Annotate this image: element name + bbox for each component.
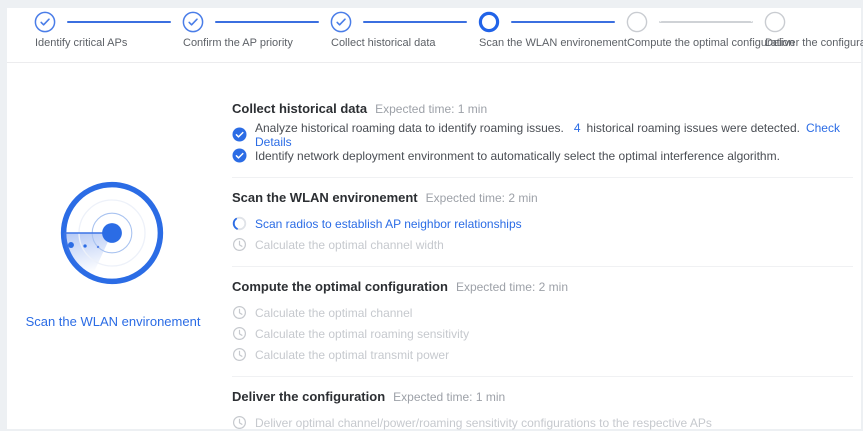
step-connector-solid <box>511 21 615 23</box>
step-3-done-icon <box>330 11 352 33</box>
task-row: Calculate the optimal roaming sensitivit… <box>232 323 853 344</box>
task-row: Deliver optimal channel/power/roaming se… <box>232 412 853 431</box>
task-text: Calculate the optimal channel width <box>255 238 444 252</box>
task-row: Calculate the optimal channel <box>232 302 853 323</box>
step-1-done-icon <box>34 11 56 33</box>
step-connector-solid <box>215 21 319 23</box>
task-text: Analyze historical roaming data to ident… <box>255 121 853 149</box>
task-text-part: Calculate the optimal channel width <box>255 237 444 252</box>
task-text: Calculate the optimal roaming sensitivit… <box>255 327 469 341</box>
wlan-optimization-wizard: Identify critical APs Confirm the AP prio… <box>0 0 863 431</box>
section-title: Scan the WLAN environement <box>232 190 418 205</box>
issue-count: 4 <box>573 120 581 135</box>
section-expected-time: Expected time: 2 min <box>455 280 568 294</box>
clock-icon <box>232 347 247 362</box>
illustration-caption: Scan the WLAN environement <box>25 314 201 329</box>
task-text-part: Calculate the optimal roaming sensitivit… <box>255 326 470 341</box>
clock-icon <box>232 237 247 252</box>
step-2-done-icon <box>182 11 204 33</box>
step-connector-solid <box>363 21 467 23</box>
clock-icon <box>232 305 247 320</box>
task-row: Calculate the optimal channel width <box>232 234 853 255</box>
task-text: Identify network deployment environment … <box>255 149 780 163</box>
step-3-label: Collect historical data <box>331 37 436 49</box>
step-connector-dashed <box>659 21 753 23</box>
step-2-label: Confirm the AP priority <box>183 37 293 49</box>
step-6-label: Deliver the configuration <box>765 37 863 49</box>
step-1-label: Identify critical APs <box>35 37 128 49</box>
section-4: Deliver the configuration Expected time: … <box>232 389 853 431</box>
section-3: Compute the optimal configuration Expecte… <box>232 279 853 377</box>
step-5-upcoming-icon <box>626 11 648 33</box>
task-text-part: Scan radios to establish AP neighbor rel… <box>255 216 522 231</box>
task-text: Deliver optimal channel/power/roaming se… <box>255 416 712 430</box>
check-circle-icon <box>232 127 247 142</box>
step-6-upcoming-icon <box>764 11 786 33</box>
step-4-label: Scan the WLAN environement <box>479 37 627 49</box>
task-text: Scan radios to establish AP neighbor rel… <box>255 217 522 231</box>
section-title: Collect historical data <box>232 101 368 116</box>
step-connector-solid <box>67 21 171 23</box>
clock-icon <box>232 326 247 341</box>
section-title: Compute the optimal configuration <box>232 279 448 294</box>
task-text-part: Calculate the optimal channel <box>255 305 413 320</box>
task-text: Calculate the optimal channel <box>255 306 412 320</box>
radar-scan-icon <box>60 181 164 285</box>
section-1: Collect historical data Expected time: 1 … <box>232 101 853 178</box>
clock-icon <box>232 415 247 430</box>
section-title: Deliver the configuration <box>232 389 386 404</box>
task-row: Identify network deployment environment … <box>232 145 853 166</box>
section-expected-time: Expected time: 2 min <box>425 191 538 205</box>
task-text-part: historical roaming issues were detected. <box>586 120 800 135</box>
task-text-part: Identify network deployment environment … <box>255 148 780 163</box>
check-circle-icon <box>232 148 247 163</box>
task-row: Calculate the optimal transmit power <box>232 344 853 365</box>
task-row: Scan radios to establish AP neighbor rel… <box>232 213 853 234</box>
task-text: Calculate the optimal transmit power <box>255 348 449 362</box>
task-sections: Collect historical data Expected time: 1 … <box>232 101 853 431</box>
section-expected-time: Expected time: 1 min <box>375 102 488 116</box>
task-text-part: Calculate the optimal transmit power <box>255 347 450 362</box>
task-text-part: Deliver optimal channel/power/roaming se… <box>255 415 712 430</box>
section-2: Scan the WLAN environement Expected time:… <box>232 190 853 267</box>
stepper-divider <box>7 62 861 63</box>
spinner-icon <box>232 216 247 231</box>
task-row: Analyze historical roaming data to ident… <box>232 121 853 149</box>
step-4-current-icon <box>478 11 500 33</box>
section-expected-time: Expected time: 1 min <box>393 390 506 404</box>
task-text-part: Analyze historical roaming data to ident… <box>255 120 564 135</box>
